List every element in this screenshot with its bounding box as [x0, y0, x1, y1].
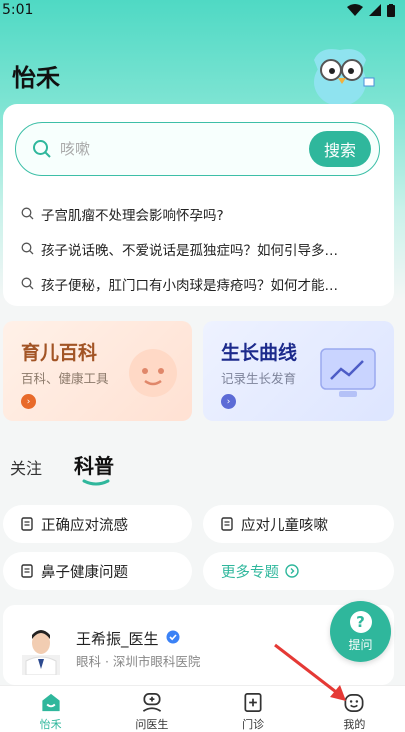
document-icon — [221, 517, 233, 531]
profile-icon — [344, 693, 364, 712]
growth-chart-icon — [320, 348, 376, 397]
home-icon — [42, 693, 60, 712]
status-icons — [347, 3, 395, 17]
topic-label: 正确应对流感 — [41, 517, 128, 534]
nav-label: 门诊 — [242, 718, 265, 731]
clinic-icon — [244, 693, 262, 712]
arrow-right-icon: › — [221, 394, 236, 409]
topic-nose[interactable]: 鼻子健康问题 — [3, 552, 192, 590]
wifi-icon — [347, 4, 363, 16]
nav-label: 我的 — [343, 718, 366, 731]
topic-cough[interactable]: 应对儿童咳嗽 — [203, 505, 394, 543]
suggestion-text: 子宫肌瘤不处理会影响怀孕吗? — [41, 207, 224, 224]
tab-science-label: 科普 — [74, 454, 115, 478]
search-card: 搜索 子宫肌瘤不处理会影响怀孕吗? 孩子说话晚、不爱说话是孤独症吗？如何引导多…… — [3, 104, 394, 306]
app-title: 怡禾 — [12, 64, 60, 92]
feed-tabs: 关注 科普 — [10, 450, 115, 486]
nav-item-ask-doctor[interactable]: 问医生 — [112, 686, 192, 732]
question-icon: ? — [349, 610, 372, 633]
doctor-avatar — [22, 630, 60, 675]
ask-question-label: 提问 — [348, 637, 373, 652]
doctor-icon — [142, 693, 161, 712]
battery-icon — [387, 3, 395, 17]
search-box[interactable]: 搜索 — [15, 122, 380, 176]
owl-mascot-icon — [314, 49, 375, 106]
bottom-navigation: 怡禾 问医生 门诊 我的 — [0, 685, 405, 732]
search-input[interactable] — [60, 140, 300, 158]
signal-icon — [369, 4, 381, 16]
doctor-name: 王希振_医生 — [76, 630, 159, 648]
search-icon — [33, 140, 51, 158]
nav-item-profile[interactable]: 我的 — [314, 686, 394, 732]
suggestion-item[interactable]: 孩子说话晚、不爱说话是孤独症吗？如何引导多… — [21, 231, 376, 266]
status-time: 5:01 — [2, 2, 34, 18]
suggestion-item[interactable]: 孩子便秘，肛门口有小肉球是痔疮吗？如何才能… — [21, 266, 376, 301]
tool-title: 育儿百科 — [21, 342, 98, 364]
status-bar: 5:01 — [0, 0, 405, 20]
search-icon — [21, 242, 34, 255]
growth-curve-card[interactable]: 生长曲线 记录生长发育 › — [203, 321, 394, 421]
search-icon — [21, 207, 34, 220]
tool-title: 生长曲线 — [221, 342, 298, 364]
tool-subtitle: 百科、健康工具 — [21, 371, 109, 386]
suggestion-item[interactable]: 子宫肌瘤不处理会影响怀孕吗? — [21, 196, 376, 231]
search-suggestions: 子宫肌瘤不处理会影响怀孕吗? 孩子说话晚、不爱说话是孤独症吗？如何引导多… 孩子… — [21, 196, 376, 301]
doctor-department-hospital: 眼科 · 深圳市眼科医院 — [76, 654, 201, 669]
ask-question-button[interactable]: ? 提问 — [330, 601, 391, 662]
baby-face-icon — [129, 349, 177, 397]
chevron-right-circle-icon — [285, 564, 299, 578]
topic-flu[interactable]: 正确应对流感 — [3, 505, 192, 543]
tool-subtitle: 记录生长发育 — [221, 371, 297, 386]
search-icon — [21, 277, 34, 290]
verified-icon — [166, 630, 180, 644]
nav-item-clinic[interactable]: 门诊 — [213, 686, 293, 732]
arrow-right-icon: › — [21, 394, 36, 409]
topic-label: 应对儿童咳嗽 — [241, 517, 328, 534]
parenting-encyclopedia-card[interactable]: 育儿百科 百科、健康工具 › — [3, 321, 192, 421]
nav-label: 问医生 — [135, 718, 169, 731]
tab-follow[interactable]: 关注 — [10, 455, 42, 479]
document-icon — [21, 564, 33, 578]
nav-item-home[interactable]: 怡禾 — [11, 686, 91, 732]
document-icon — [21, 517, 33, 531]
suggestion-text: 孩子便秘，肛门口有小肉球是痔疮吗？如何才能… — [41, 277, 338, 294]
tab-science[interactable]: 科普 — [74, 450, 115, 486]
more-topics-label: 更多专题 — [221, 564, 279, 581]
search-button[interactable]: 搜索 — [309, 131, 371, 167]
more-topics-button[interactable]: 更多专题 — [203, 552, 394, 590]
nav-label: 怡禾 — [39, 718, 62, 731]
suggestion-text: 孩子说话晚、不爱说话是孤独症吗？如何引导多… — [41, 242, 338, 259]
topic-label: 鼻子健康问题 — [41, 564, 128, 581]
active-tab-indicator — [82, 479, 110, 486]
